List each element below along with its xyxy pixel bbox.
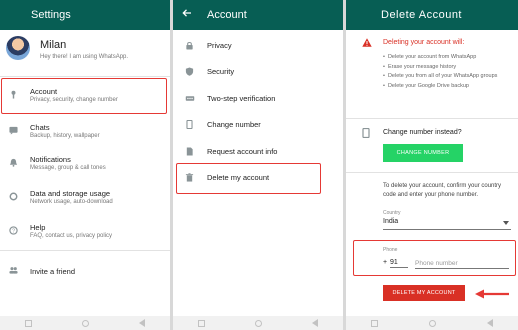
data-usage-icon	[9, 192, 18, 201]
divider	[346, 172, 518, 173]
page-title: Delete Account	[381, 9, 462, 21]
profile-status: Hey there! I am using WhatsApp.	[40, 54, 129, 60]
list-item: Delete your Google Drive backup	[383, 82, 513, 92]
recents-icon[interactable]	[371, 319, 379, 327]
account-item-label: Request account info	[207, 147, 278, 156]
delete-highlight-box	[176, 163, 321, 194]
chat-icon	[9, 126, 18, 135]
settings-app-bar: Settings	[0, 0, 170, 30]
settings-item-help[interactable]: ? Help FAQ, contact us, privacy policy	[0, 216, 170, 248]
lock-icon	[185, 41, 194, 50]
divider	[0, 250, 170, 251]
confirm-instructions: To delete your account, confirm your cou…	[383, 183, 502, 198]
page-title: Settings	[31, 9, 71, 21]
settings-item-subtitle: Message, group & call tones	[30, 165, 106, 171]
account-item-privacy[interactable]: Privacy	[173, 33, 343, 59]
avatar[interactable]	[6, 36, 30, 60]
dots-icon	[185, 94, 195, 103]
change-number-title: Change number instead?	[383, 129, 462, 136]
settings-item-title: Chats	[30, 123, 50, 132]
help-icon: ?	[9, 226, 18, 235]
account-highlight-box	[1, 78, 167, 114]
back-nav-icon[interactable]	[139, 319, 145, 327]
bell-icon	[9, 158, 18, 167]
home-icon[interactable]	[428, 319, 436, 327]
profile-row[interactable]: Milan Hey there! I am using WhatsApp.	[0, 34, 170, 72]
document-icon	[185, 147, 194, 156]
back-nav-icon[interactable]	[486, 319, 493, 327]
settings-item-subtitle: Network usage, auto-download	[30, 199, 113, 205]
account-item-label: Change number	[207, 120, 261, 129]
list-item: Erase your message history	[383, 63, 513, 73]
country-value: India	[383, 218, 399, 225]
account-item-label: Two-step verification	[207, 94, 276, 103]
account-screen: Account Privacy Security Two-step verifi…	[173, 0, 343, 330]
account-item-label: Privacy	[207, 41, 232, 50]
home-icon[interactable]	[82, 319, 89, 327]
settings-item-invite[interactable]: Invite a friend	[0, 256, 170, 288]
warning-icon	[362, 38, 372, 49]
change-number-button[interactable]: CHANGE NUMBER	[383, 144, 463, 162]
phone-swap-icon	[185, 119, 194, 130]
account-item-label: Security	[207, 67, 235, 76]
list-item: Delete your account from WhatsApp	[383, 53, 513, 63]
system-nav-bar	[173, 316, 343, 330]
people-icon	[9, 266, 18, 275]
phone-highlight-box	[353, 240, 516, 276]
phone-swap-icon	[362, 127, 370, 141]
delete-app-bar: Delete Account	[346, 0, 518, 30]
settings-item-title: Notifications	[30, 155, 71, 164]
settings-item-title: Help	[30, 223, 46, 232]
account-item-security[interactable]: Security	[173, 59, 343, 85]
account-app-bar: Account	[173, 0, 343, 30]
account-item-two-step[interactable]: Two-step verification	[173, 86, 343, 112]
svg-text:?: ?	[12, 228, 15, 234]
divider	[0, 76, 170, 77]
account-item-change-number[interactable]: Change number	[173, 112, 343, 138]
settings-item-data-storage[interactable]: Data and storage usage Network usage, au…	[0, 182, 170, 214]
settings-item-title: Invite a friend	[30, 267, 76, 276]
shield-icon	[185, 67, 194, 76]
settings-item-subtitle: FAQ, contact us, privacy policy	[30, 233, 113, 239]
arrow-left-icon	[475, 289, 509, 299]
settings-item-chats[interactable]: Chats Backup, history, wallpaper	[0, 116, 170, 148]
recents-icon[interactable]	[25, 319, 32, 327]
system-nav-bar	[346, 316, 518, 330]
settings-screen: Settings Milan Hey there! I am using Wha…	[0, 0, 170, 330]
divider	[346, 118, 518, 119]
recents-icon[interactable]	[198, 319, 205, 327]
system-nav-bar	[0, 316, 170, 330]
delete-account-button[interactable]: DELETE MY ACCOUNT	[383, 285, 465, 301]
back-arrow-icon[interactable]	[182, 8, 192, 20]
settings-item-subtitle: Backup, history, wallpaper	[30, 133, 100, 139]
settings-item-notifications[interactable]: Notifications Message, group & call tone…	[0, 148, 170, 180]
list-item: Delete you from all of your WhatsApp gro…	[383, 72, 513, 82]
settings-item-title: Data and storage usage	[30, 189, 111, 198]
warning-title: Deleting your account will:	[383, 39, 465, 46]
country-select[interactable]: India	[383, 218, 511, 230]
account-item-request-info[interactable]: Request account info	[173, 139, 343, 165]
home-icon[interactable]	[255, 319, 262, 327]
chevron-down-icon	[503, 221, 509, 225]
back-nav-icon[interactable]	[312, 319, 318, 327]
profile-name: Milan	[40, 39, 67, 51]
delete-account-screen: Delete Account Deleting your account wil…	[346, 0, 518, 330]
country-label: Country	[383, 210, 401, 216]
consequence-list: Delete your account from WhatsApp Erase …	[383, 53, 513, 91]
